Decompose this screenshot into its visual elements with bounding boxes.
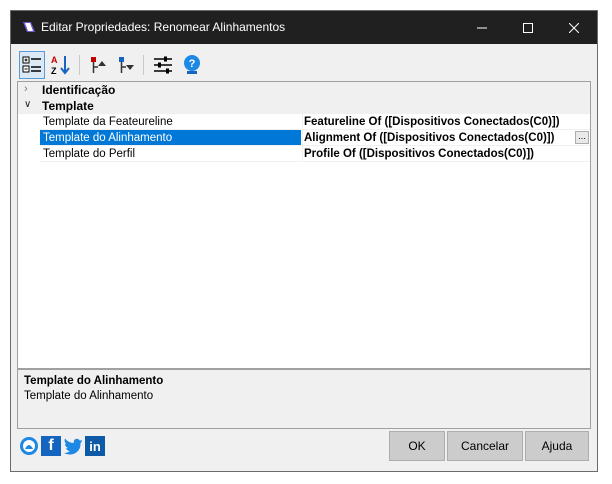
close-icon: [569, 22, 579, 33]
move-down-icon: [119, 57, 134, 73]
property-toolbar: A Z ?: [17, 51, 587, 83]
alphabetical-sort-icon: A Z: [51, 55, 70, 76]
linkedin-icon: in: [89, 438, 101, 454]
window-title: Editar Propriedades: Renomear Alinhament…: [41, 20, 286, 34]
alphabetical-sort-button[interactable]: A Z: [48, 51, 74, 79]
help-button[interactable]: ?: [179, 51, 205, 79]
property-name[interactable]: Template do Alinhamento: [40, 130, 301, 146]
property-grid: › Identificação ∨ Template Template da F…: [17, 81, 591, 369]
close-button[interactable]: [551, 11, 597, 44]
dialog-window: Editar Propriedades: Renomear Alinhament…: [10, 10, 598, 472]
category-template[interactable]: ∨ Template: [18, 98, 590, 114]
help-icon: ?: [184, 55, 200, 74]
twitter-icon: [64, 438, 82, 455]
help-dialog-button[interactable]: Ajuda: [525, 431, 589, 461]
categorized-icon: [22, 56, 41, 73]
settings-sliders-icon: [154, 56, 172, 74]
property-name[interactable]: Template do Perfil: [40, 146, 301, 162]
property-row-alinhamento[interactable]: Template do Alinhamento Alignment Of ([D…: [18, 130, 590, 146]
property-row-featureline[interactable]: Template da Feateureline Featureline Of …: [18, 114, 590, 130]
svg-text:A: A: [51, 55, 58, 65]
description-body: Template do Alinhamento: [24, 390, 154, 402]
move-up-button[interactable]: [85, 51, 111, 79]
app-logo-icon: [23, 22, 35, 32]
category-identificacao[interactable]: › Identificação: [18, 82, 590, 98]
twitter-button[interactable]: [63, 436, 83, 456]
linkedin-button[interactable]: in: [85, 436, 105, 456]
property-value[interactable]: Featureline Of ([Dispositivos Conectados…: [302, 114, 590, 130]
categorized-view-button[interactable]: [19, 51, 45, 79]
facebook-button[interactable]: f: [41, 436, 61, 456]
maximize-button[interactable]: [505, 11, 551, 44]
category-label: Template: [42, 99, 94, 113]
move-down-button[interactable]: [113, 51, 139, 79]
settings-button[interactable]: [150, 51, 176, 79]
title-bar[interactable]: Editar Propriedades: Renomear Alinhament…: [11, 11, 597, 44]
maximize-icon: [523, 22, 533, 33]
move-up-icon: [91, 57, 106, 73]
community-icon: [20, 437, 38, 455]
property-row-perfil[interactable]: Template do Perfil Profile Of ([Disposit…: [18, 146, 590, 162]
category-label: Identificação: [42, 83, 116, 97]
chevron-down-icon[interactable]: ∨: [24, 99, 31, 110]
ellipsis-button[interactable]: ...: [575, 131, 589, 144]
chevron-right-icon[interactable]: ›: [24, 83, 28, 95]
cancel-button[interactable]: Cancelar: [447, 431, 523, 461]
app-community-button[interactable]: [19, 436, 39, 456]
svg-text:?: ?: [189, 58, 196, 70]
property-value-input[interactable]: Alignment Of ([Dispositivos Conectados(C…: [302, 130, 590, 146]
svg-text:Z: Z: [51, 66, 57, 76]
minimize-button[interactable]: [459, 11, 505, 44]
property-value[interactable]: Profile Of ([Dispositivos Conectados(C0)…: [302, 146, 590, 162]
description-title: Template do Alinhamento: [24, 375, 164, 387]
minimize-icon: [477, 27, 487, 28]
property-name[interactable]: Template da Feateureline: [40, 114, 301, 130]
facebook-icon: f: [48, 437, 54, 454]
ok-button[interactable]: OK: [389, 431, 445, 461]
description-panel: Template do Alinhamento Template do Alin…: [17, 369, 591, 429]
